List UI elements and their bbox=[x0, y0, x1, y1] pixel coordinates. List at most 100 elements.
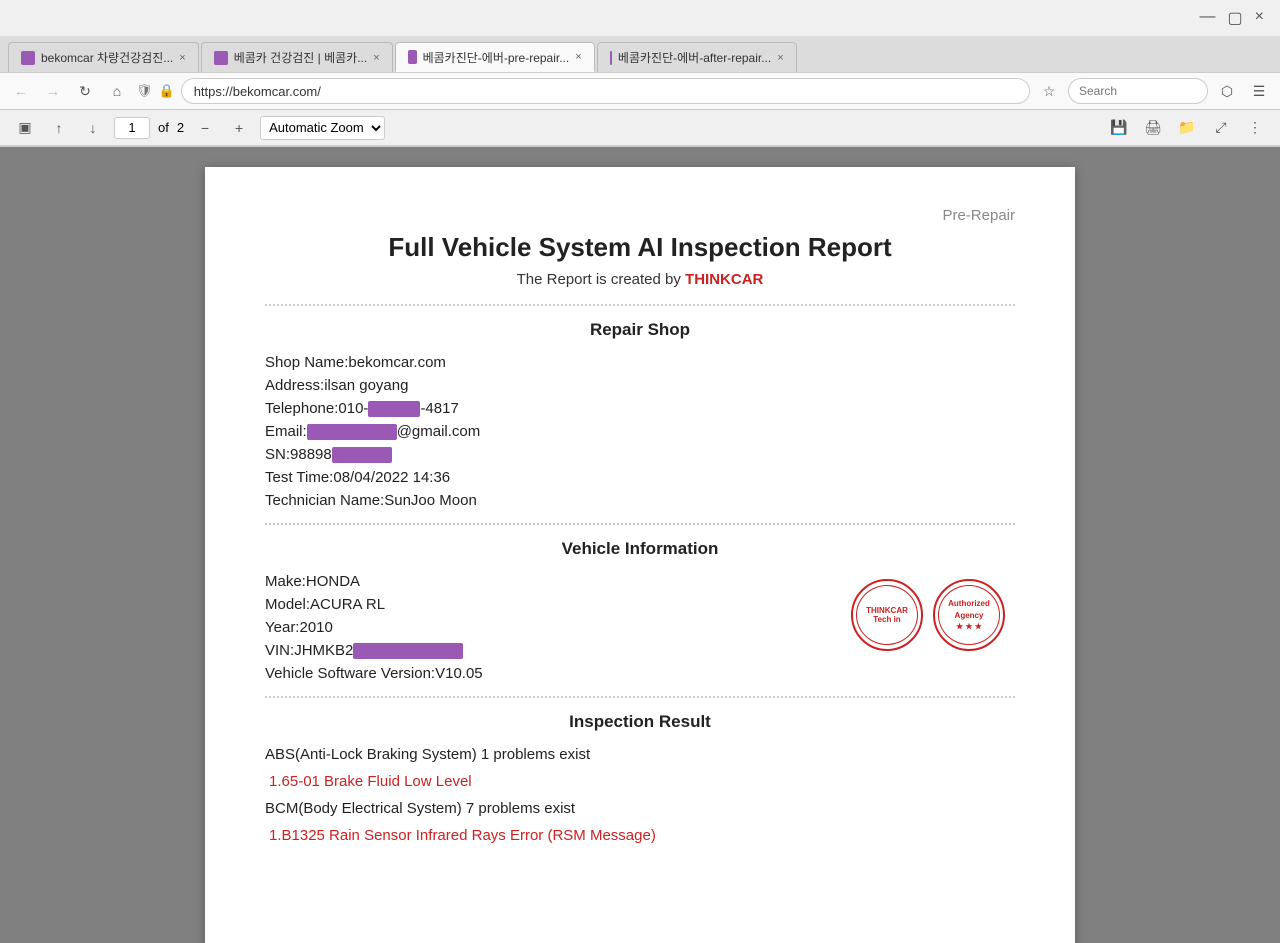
pre-repair-label: Pre-Repair bbox=[265, 207, 1015, 224]
thinkcar-brand: THINKCAR bbox=[685, 271, 763, 288]
pdf-page-input[interactable] bbox=[114, 117, 150, 139]
report-subtitle: The Report is created by THINKCAR bbox=[265, 271, 1015, 288]
bcm-system-item: BCM(Body Electrical System) 7 problems e… bbox=[265, 800, 1015, 817]
close-button[interactable]: × bbox=[1255, 8, 1264, 28]
pdf-page: Pre-Repair Full Vehicle System AI Inspec… bbox=[205, 167, 1075, 943]
tab-label-1: bekomcar 차량건강검진... bbox=[41, 49, 173, 66]
nav-bar: ← → ↻ ⌂ 🛡 🔒 ☆ ⬡ ☰ bbox=[0, 72, 1280, 110]
vin-prefix: JHMKB2 bbox=[294, 642, 353, 659]
email-redacted bbox=[307, 424, 397, 440]
refresh-button[interactable]: ↻ bbox=[72, 78, 98, 104]
tab-favicon-2 bbox=[214, 51, 228, 65]
pdf-print-button[interactable]: 🖨 bbox=[1140, 115, 1166, 141]
email-label: Email: bbox=[265, 423, 307, 440]
make-value: HONDA bbox=[306, 573, 360, 590]
divider-1 bbox=[265, 304, 1015, 306]
tab-bekomcar2[interactable]: 베콤카 건강검진 | 베콤카... × bbox=[201, 42, 393, 72]
browser-chrome: — ▢ × bekomcar 차량건강검진... × 베콤카 건강검진 | 베콤… bbox=[0, 0, 1280, 147]
vin-redacted bbox=[353, 643, 463, 659]
pdf-nav-up[interactable]: ↑ bbox=[46, 115, 72, 141]
email-row: Email: @gmail.com bbox=[265, 423, 1015, 440]
stamp1-text: THINKCAR Tech in bbox=[866, 606, 908, 625]
repair-shop-title: Repair Shop bbox=[265, 320, 1015, 340]
model-label: Model: bbox=[265, 596, 310, 613]
abs-system-item: ABS(Anti-Lock Braking System) 1 problems… bbox=[265, 746, 1015, 763]
tab-label-4: 베콤카진단-에버-after-repair... bbox=[618, 49, 771, 66]
bookmark-button[interactable]: ☆ bbox=[1036, 78, 1062, 104]
pdf-nav-down[interactable]: ↓ bbox=[80, 115, 106, 141]
tab-close-2[interactable]: × bbox=[373, 52, 379, 64]
pdf-toolbar: ▣ ↑ ↓ of 2 − + Automatic Zoom 💾 🖨 📁 ⤢ ⋮ bbox=[0, 110, 1280, 146]
vehicle-info-title: Vehicle Information bbox=[265, 539, 1015, 559]
tab-favicon-1 bbox=[21, 51, 35, 65]
title-bar: — ▢ × bbox=[0, 0, 1280, 36]
pdf-zoom-in[interactable]: + bbox=[226, 115, 252, 141]
bcm-system-label: BCM(Body Electrical System) 7 problems e… bbox=[265, 800, 575, 817]
forward-button[interactable]: → bbox=[40, 78, 66, 104]
tab-after-repair[interactable]: 베콤카진단-에버-after-repair... × bbox=[597, 42, 797, 72]
sn-row: SN:98898 bbox=[265, 446, 1015, 463]
home-button[interactable]: ⌂ bbox=[104, 78, 130, 104]
model-value: ACURA RL bbox=[310, 596, 385, 613]
pdf-sidebar-toggle[interactable]: ▣ bbox=[12, 115, 38, 141]
shop-name-label: Shop Name: bbox=[265, 354, 348, 371]
shop-name-value: bekomcar.com bbox=[348, 354, 446, 371]
pdf-expand-button[interactable]: ⤢ bbox=[1208, 115, 1234, 141]
test-time-value: 08/04/2022 14:36 bbox=[333, 469, 450, 486]
stamps-container: THINKCAR Tech in Authorized Agency ★ ★ ★ bbox=[851, 579, 1005, 651]
tab-close-4[interactable]: × bbox=[777, 52, 783, 64]
telephone-suffix: -4817 bbox=[420, 400, 458, 417]
back-button[interactable]: ← bbox=[8, 78, 34, 104]
make-label: Make: bbox=[265, 573, 306, 590]
pdf-folder-button[interactable]: 📁 bbox=[1174, 115, 1200, 141]
stamp-inner-1: THINKCAR Tech in bbox=[856, 585, 918, 645]
software-row: Vehicle Software Version:V10.05 bbox=[265, 665, 1015, 682]
telephone-prefix: 010- bbox=[338, 400, 368, 417]
divider-2 bbox=[265, 523, 1015, 525]
software-value: V10.05 bbox=[435, 665, 483, 682]
tab-favicon-3 bbox=[408, 50, 417, 64]
minimize-button[interactable]: — bbox=[1200, 8, 1216, 28]
software-label: Vehicle Software Version: bbox=[265, 665, 435, 682]
stamp2-text: Authorized Agency ★ ★ ★ bbox=[948, 598, 990, 632]
subtitle-prefix: The Report is created by bbox=[517, 271, 685, 288]
tab-close-3[interactable]: × bbox=[575, 51, 581, 63]
lock-icon: 🔒 bbox=[159, 83, 175, 99]
technician-value: SunJoo Moon bbox=[384, 492, 477, 509]
pdf-save-button[interactable]: 💾 bbox=[1106, 115, 1132, 141]
telephone-redacted bbox=[368, 401, 420, 417]
pdf-zoom-out[interactable]: − bbox=[192, 115, 218, 141]
extensions-button[interactable]: ⬡ bbox=[1214, 78, 1240, 104]
address-label: Address: bbox=[265, 377, 324, 394]
thinkcar-stamp: THINKCAR Tech in bbox=[851, 579, 923, 651]
pdf-viewport: Pre-Repair Full Vehicle System AI Inspec… bbox=[0, 147, 1280, 943]
address-value: ilsan goyang bbox=[324, 377, 408, 394]
test-time-row: Test Time:08/04/2022 14:36 bbox=[265, 469, 1015, 486]
pdf-options-button[interactable]: ⋮ bbox=[1242, 115, 1268, 141]
pdf-page-total: 2 bbox=[177, 120, 184, 135]
bcm-error-1: 1.B1325 Rain Sensor Infrared Rays Error … bbox=[269, 827, 1015, 844]
stamp-inner-2: Authorized Agency ★ ★ ★ bbox=[938, 585, 1000, 645]
sn-redacted bbox=[332, 447, 392, 463]
pdf-zoom-select[interactable]: Automatic Zoom bbox=[260, 116, 385, 140]
bcm-error-text-1: 1.B1325 Rain Sensor Infrared Rays Error … bbox=[269, 827, 656, 844]
sn-prefix: 98898 bbox=[290, 446, 332, 463]
address-row: Address:ilsan goyang bbox=[265, 377, 1015, 394]
vehicle-section: Vehicle Information Make:HONDA Model:ACU… bbox=[265, 539, 1015, 682]
sn-label: SN: bbox=[265, 446, 290, 463]
address-bar[interactable] bbox=[181, 78, 1030, 104]
maximize-button[interactable]: ▢ bbox=[1228, 8, 1243, 28]
tab-close-1[interactable]: × bbox=[179, 52, 185, 64]
tab-pre-repair[interactable]: 베콤카진단-에버-pre-repair... × bbox=[395, 42, 595, 72]
tab-bekomcar1[interactable]: bekomcar 차량건강검진... × bbox=[8, 42, 199, 72]
menu-button[interactable]: ☰ bbox=[1246, 78, 1272, 104]
tab-label-3: 베콤카진단-에버-pre-repair... bbox=[423, 49, 570, 66]
year-label: Year: bbox=[265, 619, 299, 636]
tabs-bar: bekomcar 차량건강검진... × 베콤카 건강검진 | 베콤카... ×… bbox=[0, 36, 1280, 72]
year-value: 2010 bbox=[299, 619, 332, 636]
search-input[interactable] bbox=[1068, 78, 1208, 104]
vin-label: VIN: bbox=[265, 642, 294, 659]
divider-3 bbox=[265, 696, 1015, 698]
email-suffix: @gmail.com bbox=[397, 423, 481, 440]
authorized-stamp: Authorized Agency ★ ★ ★ bbox=[933, 579, 1005, 651]
